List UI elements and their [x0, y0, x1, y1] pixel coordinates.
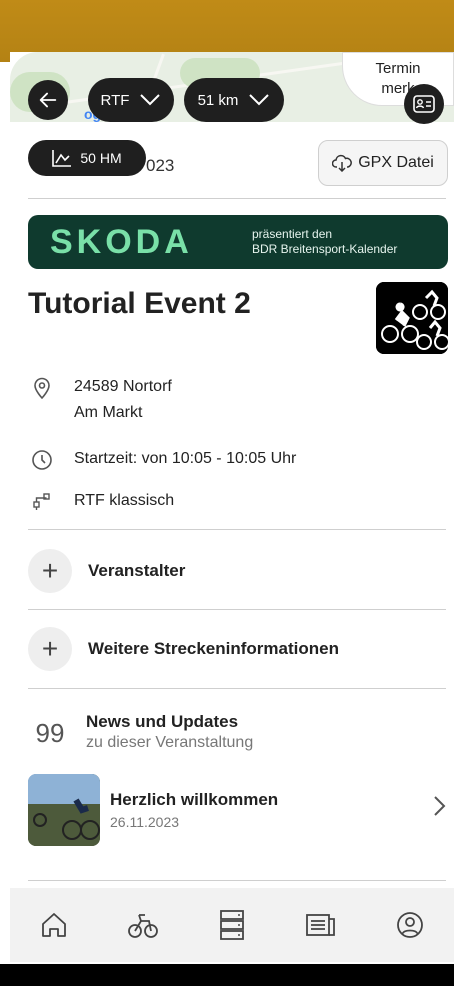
gpx-download-button[interactable]: GPX Datei: [318, 140, 448, 186]
event-title: Tutorial Event 2: [28, 287, 251, 320]
profile-icon: [396, 912, 423, 938]
divider: [28, 609, 446, 610]
news-item-date: 26.11.2023: [110, 814, 180, 830]
divider: [28, 529, 446, 530]
news-subtitle: zu dieser Veranstaltung: [86, 734, 254, 751]
route-info-section-label: Weitere Streckeninformationen: [88, 639, 339, 658]
address-line1: 24589 Nortorf: [74, 378, 172, 395]
arrow-left-icon: [39, 92, 57, 108]
elevation-value: 50 HM: [80, 150, 122, 166]
news-icon: [305, 914, 335, 936]
sponsor-text-line2: BDR Breitensport-Kalender: [252, 242, 398, 256]
cloud-download-icon: [332, 154, 353, 172]
tab-home[interactable]: [30, 901, 78, 949]
news-item-title: Herzlich willkommen: [110, 790, 279, 809]
organizer-section-label: Veranstalter: [88, 561, 186, 580]
contact-card-button[interactable]: [404, 84, 444, 124]
distance-select[interactable]: 51 km: [184, 78, 284, 122]
chevron-down-icon: [140, 94, 161, 106]
list-icon: [220, 910, 244, 940]
route-info-section-toggle[interactable]: + Weitere Streckeninformationen: [28, 627, 339, 671]
quote-icon: 99: [35, 718, 65, 748]
bottom-tab-bar: [10, 888, 454, 962]
plus-icon: +: [28, 549, 72, 593]
chevron-down-icon: [249, 94, 270, 106]
news-list-item[interactable]: Herzlich willkommen 26.11.2023: [28, 774, 448, 846]
tab-news[interactable]: [297, 901, 345, 949]
home-indicator-area: [0, 964, 454, 986]
contact-card-icon: [413, 95, 435, 113]
tab-events[interactable]: [119, 901, 167, 949]
start-time-text: Startzeit: von 10:05 - 10:05 Uhr: [74, 450, 297, 467]
type-select[interactable]: RTF: [88, 78, 174, 122]
sponsor-text-line1: präsentiert den: [252, 227, 333, 241]
divider: [28, 880, 446, 881]
tab-list[interactable]: [208, 901, 256, 949]
clock-icon: [28, 446, 56, 474]
divider: [28, 198, 446, 199]
tab-profile[interactable]: [386, 901, 434, 949]
event-start-time: Startzeit: von 10:05 - 10:05 Uhr: [28, 446, 296, 474]
news-header: 99 News und Updates zu dieser Veranstalt…: [28, 712, 254, 752]
news-item-image: [28, 774, 100, 846]
type-select-value: RTF: [100, 91, 130, 109]
elevation-chart-icon: [52, 150, 72, 167]
event-thumbnail[interactable]: [376, 282, 448, 354]
hierarchy-icon: [28, 488, 56, 516]
location-pin-icon: [28, 374, 56, 402]
news-title: News und Updates: [86, 712, 239, 731]
elevation-pill: 50 HM: [28, 140, 146, 176]
sponsor-banner[interactable]: SKODA präsentiert den BDR Breitensport-K…: [28, 215, 448, 269]
divider: [28, 688, 446, 689]
sponsor-text: präsentiert den BDR Breitensport-Kalende…: [252, 227, 397, 257]
home-icon: [42, 913, 67, 937]
bike-icon: [128, 914, 159, 938]
organizer-section-toggle[interactable]: + Veranstalter: [28, 549, 185, 593]
event-detail-screen: og Termin merk RTF 51 km 50 HM 023 GPX D…: [10, 52, 454, 964]
sponsor-brand: SKODA: [50, 222, 193, 261]
event-address: 24589 Nortorf Am Markt: [28, 374, 172, 426]
chevron-right-icon: [434, 796, 446, 816]
category-text: RTF klassisch: [74, 492, 175, 509]
back-button[interactable]: [28, 80, 68, 120]
cyclists-image: [376, 282, 448, 354]
event-category: RTF klassisch: [28, 488, 174, 516]
plus-icon: +: [28, 627, 72, 671]
address-line2: Am Markt: [74, 404, 143, 421]
save-date-label-line1: Termin: [375, 60, 421, 77]
gpx-download-label: GPX Datei: [358, 154, 434, 171]
distance-select-value: 51 km: [197, 91, 239, 109]
event-date-partial: 023: [146, 156, 175, 175]
